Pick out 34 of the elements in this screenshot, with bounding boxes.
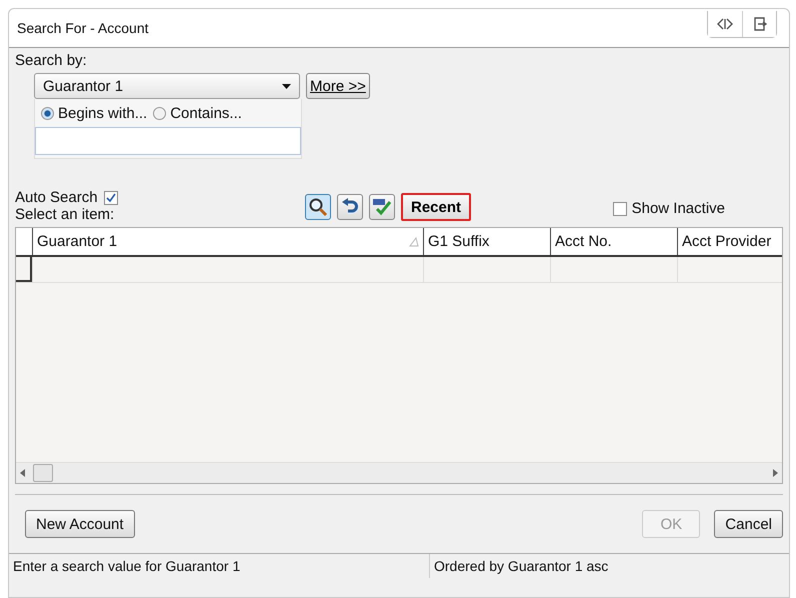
number-check-icon bbox=[372, 198, 392, 216]
column-header[interactable]: G1 Suffix bbox=[423, 228, 550, 255]
search-field-dropdown[interactable]: Guarantor 1 bbox=[34, 73, 300, 99]
left-arrow-icon[interactable] bbox=[20, 469, 25, 477]
column-header[interactable]: Acct Provider bbox=[677, 228, 782, 255]
match-mode-radio[interactable]: Contains... bbox=[153, 105, 242, 122]
search-button[interactable] bbox=[305, 194, 331, 220]
recent-button[interactable]: Recent bbox=[401, 193, 472, 221]
horizontal-scrollbar[interactable] bbox=[16, 462, 782, 483]
column-header[interactable]: Guarantor 1 bbox=[32, 228, 423, 255]
column-header[interactable]: Acct No. bbox=[550, 228, 677, 255]
scroll-thumb[interactable] bbox=[33, 464, 53, 482]
sort-icon bbox=[409, 236, 419, 246]
select-item-label: Select an item: bbox=[15, 206, 116, 223]
status-text: Ordered by Guarantor 1 asc bbox=[429, 554, 789, 578]
number-check-button[interactable] bbox=[369, 194, 395, 220]
right-arrow-icon[interactable] bbox=[773, 469, 778, 477]
checkmark-icon bbox=[106, 192, 116, 202]
window-title: Search For - Account bbox=[17, 20, 149, 36]
dialog-button[interactable]: Cancel bbox=[714, 510, 783, 538]
search-input[interactable] bbox=[35, 127, 301, 155]
arrows-icon bbox=[717, 18, 733, 30]
match-mode-radio[interactable]: Begins with... bbox=[41, 105, 148, 122]
auto-search-checkbox[interactable]: Auto Search bbox=[15, 189, 305, 206]
status-text: Enter a search value for Guarantor 1 bbox=[12, 557, 242, 576]
undo-button[interactable] bbox=[337, 194, 363, 220]
more-button[interactable]: More >> bbox=[306, 73, 370, 99]
exit-icon bbox=[752, 16, 766, 30]
exit-button[interactable] bbox=[742, 10, 776, 36]
search-by-label: Search by: bbox=[15, 52, 88, 69]
caret-icon bbox=[282, 84, 291, 88]
search-icon bbox=[308, 197, 328, 217]
dialog-button[interactable]: New Account bbox=[25, 510, 135, 538]
row-header[interactable] bbox=[16, 257, 32, 282]
